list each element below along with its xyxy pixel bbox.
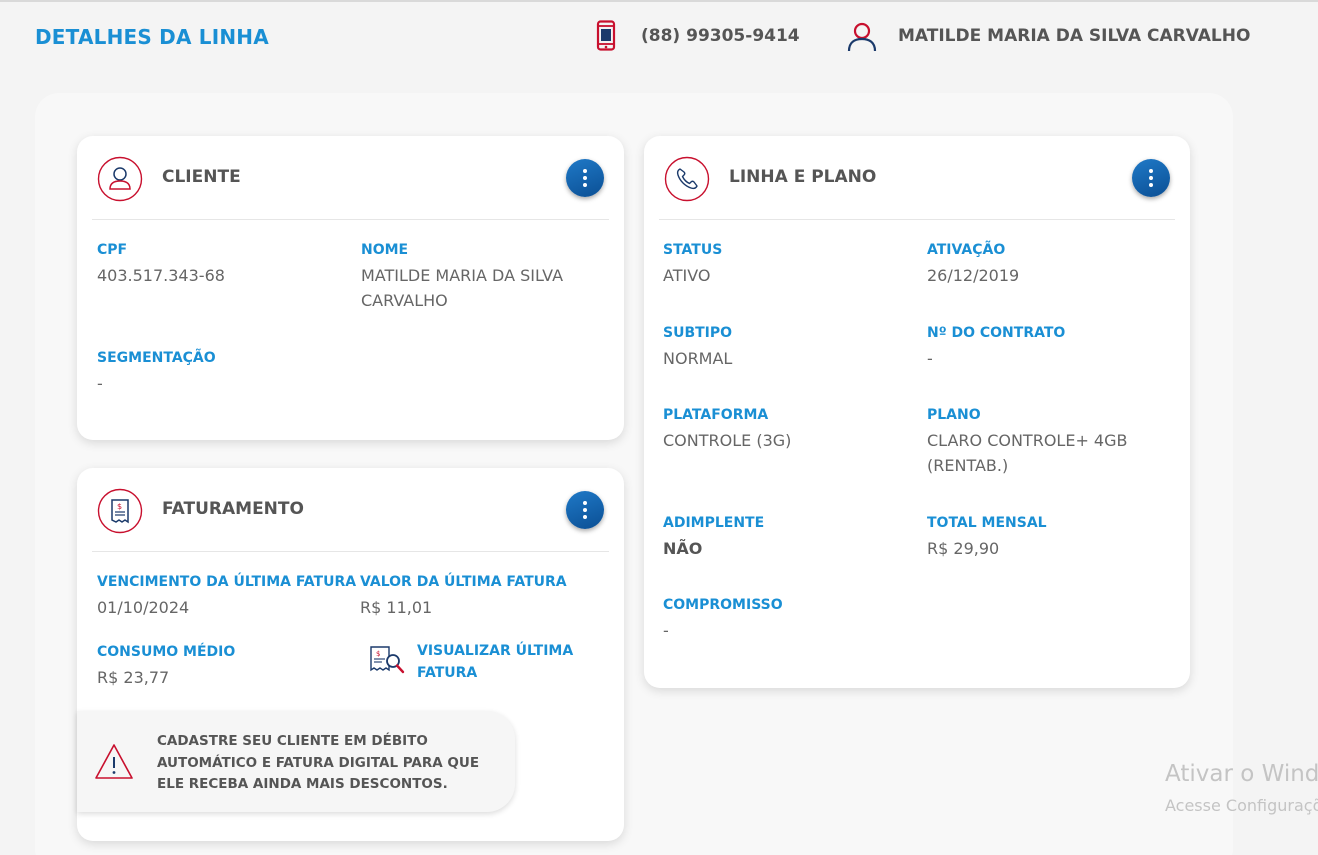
page-header: DETALHES DA LINHA (88) 99305-9414 MATILD… <box>0 2 1318 72</box>
adimplente-label: ADIMPLENTE <box>663 515 765 531</box>
ativacao-value: 26/12/2019 <box>927 266 1020 285</box>
activation-watermark-title: Ativar o Windows <box>1165 761 1318 787</box>
contrato-value: - <box>927 349 933 368</box>
linha-card-title: LINHA E PLANO <box>729 167 877 187</box>
phone-circle-icon <box>664 156 710 202</box>
faturamento-card: $ FATURAMENTO VENCIMENTO DA ÚLTIMA FATUR… <box>77 468 624 841</box>
mobile-phone-icon <box>596 20 616 51</box>
cliente-card: CLIENTE CPF 403.517.343-68 NOME MATILDE … <box>77 136 624 440</box>
details-panel: CLIENTE CPF 403.517.343-68 NOME MATILDE … <box>35 93 1233 855</box>
vencimento-label: VENCIMENTO DA ÚLTIMA FATURA <box>97 574 357 590</box>
activation-watermark-subtitle: Acesse Configurações <box>1165 796 1318 815</box>
faturamento-menu-button[interactable] <box>566 491 604 529</box>
cpf-label: CPF <box>97 242 128 258</box>
view-invoice-icon[interactable]: $ <box>368 642 408 676</box>
faturamento-card-title: FATURAMENTO <box>162 499 304 519</box>
banner-text: CADASTRE SEU CLIENTE EM DÉBITO AUTOMÁTIC… <box>157 733 480 792</box>
status-value: ATIVO <box>663 266 711 285</box>
subtipo-label: SUBTIPO <box>663 325 733 341</box>
vencimento-value: 01/10/2024 <box>97 598 190 617</box>
status-label: STATUS <box>663 242 723 258</box>
linha-divider <box>659 219 1175 220</box>
valor-value: R$ 11,01 <box>360 598 433 617</box>
faturamento-divider <box>92 551 609 552</box>
linha-menu-button[interactable] <box>1132 159 1170 197</box>
total-mensal-label: TOTAL MENSAL <box>927 515 1047 531</box>
header-phone-number: (88) 99305-9414 <box>641 26 800 46</box>
debit-promo-banner: CADASTRE SEU CLIENTE EM DÉBITO AUTOMÁTIC… <box>77 711 515 812</box>
valor-label: VALOR DA ÚLTIMA FATURA <box>360 574 567 590</box>
plano-label: PLANO <box>927 407 981 423</box>
segmentacao-label: SEGMENTAÇÃO <box>97 350 216 366</box>
linha-plano-card: LINHA E PLANO STATUS ATIVO ATIVAÇÃO 26/1… <box>644 136 1190 688</box>
consumo-label: CONSUMO MÉDIO <box>97 644 236 660</box>
view-invoice-link[interactable]: VISUALIZAR ÚLTIMA FATURA <box>417 640 587 684</box>
cliente-menu-button[interactable] <box>566 159 604 197</box>
header-user-name: MATILDE MARIA DA SILVA CARVALHO <box>898 26 1251 46</box>
cpf-value: 403.517.343-68 <box>97 266 225 285</box>
nome-label: NOME <box>361 242 409 258</box>
compromisso-value: - <box>663 621 669 640</box>
cliente-divider <box>92 219 609 220</box>
svg-text:$: $ <box>117 502 122 511</box>
invoice-circle-icon: $ <box>97 488 143 534</box>
subtipo-value: NORMAL <box>663 349 733 368</box>
svg-text:$: $ <box>376 650 380 658</box>
contrato-label: Nº DO CONTRATO <box>927 325 1066 341</box>
ativacao-label: ATIVAÇÃO <box>927 242 1006 258</box>
plataforma-value: CONTROLE (3G) <box>663 431 792 450</box>
page-title: DETALHES DA LINHA <box>35 25 269 49</box>
user-outline-icon <box>847 22 877 52</box>
nome-value: MATILDE MARIA DA SILVA CARVALHO <box>361 266 564 310</box>
plataforma-label: PLATAFORMA <box>663 407 769 423</box>
plano-value: CLARO CONTROLE+ 4GB (RENTAB.) <box>927 431 1128 475</box>
user-circle-icon <box>97 156 143 202</box>
consumo-value: R$ 23,77 <box>97 668 170 687</box>
segmentacao-value: - <box>97 374 103 393</box>
cliente-card-title: CLIENTE <box>162 167 241 187</box>
compromisso-label: COMPROMISSO <box>663 597 783 613</box>
warning-triangle-icon <box>95 744 133 779</box>
adimplente-value: NÃO <box>663 539 703 558</box>
total-mensal-value: R$ 29,90 <box>927 539 1000 558</box>
